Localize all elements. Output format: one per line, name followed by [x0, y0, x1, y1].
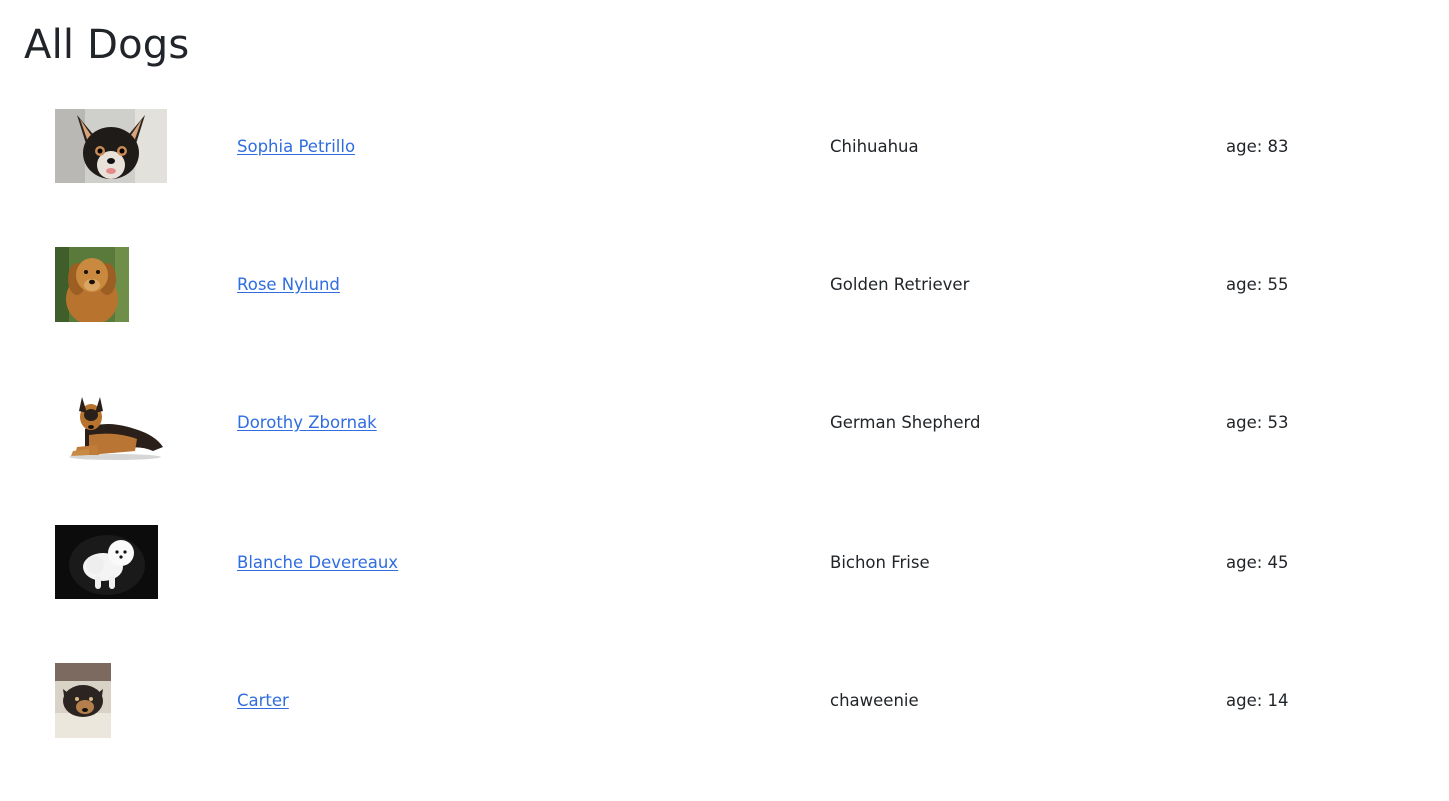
dog-name-link[interactable]: Carter [237, 691, 289, 710]
dog-breed: Bichon Frise [830, 553, 930, 572]
dog-name-cell: Rose Nylund [237, 274, 340, 296]
dog-name-link[interactable]: Rose Nylund [237, 275, 340, 294]
dog-age: age: 83 [1226, 137, 1289, 156]
dog-age: age: 55 [1226, 275, 1289, 294]
dog-breed: chaweenie [830, 691, 919, 710]
dog-name-cell: Carter [237, 690, 289, 712]
dog-name-link[interactable]: Sophia Petrillo [237, 137, 355, 156]
dog-row: Blanche Devereaux Bichon Frise age: 45 [0, 525, 1449, 601]
dog-name-cell: Blanche Devereaux [237, 552, 398, 574]
page-title: All Dogs [24, 22, 190, 68]
dog-photo [55, 385, 167, 461]
dog-row: Carter chaweenie age: 14 [0, 663, 1449, 739]
dog-age: age: 14 [1226, 691, 1289, 710]
dogs-page: All Dogs Sophia Petrillo Chihuahua age: … [0, 0, 1449, 801]
dog-photo [55, 247, 129, 322]
dog-name-cell: Dorothy Zbornak [237, 412, 377, 434]
dog-photo [55, 663, 111, 738]
dog-row: Rose Nylund Golden Retriever age: 55 [0, 247, 1449, 323]
dog-name-link[interactable]: Dorothy Zbornak [237, 413, 377, 432]
dog-row: Sophia Petrillo Chihuahua age: 83 [0, 109, 1449, 185]
dog-age: age: 45 [1226, 553, 1289, 572]
dog-breed: Golden Retriever [830, 275, 970, 294]
dog-photo [55, 525, 158, 599]
dog-row: Dorothy Zbornak German Shepherd age: 53 [0, 385, 1449, 461]
dog-breed: German Shepherd [830, 413, 981, 432]
dog-name-cell: Sophia Petrillo [237, 136, 355, 158]
dog-breed: Chihuahua [830, 137, 919, 156]
dog-photo [55, 109, 167, 183]
dog-name-link[interactable]: Blanche Devereaux [237, 553, 398, 572]
dog-age: age: 53 [1226, 413, 1289, 432]
